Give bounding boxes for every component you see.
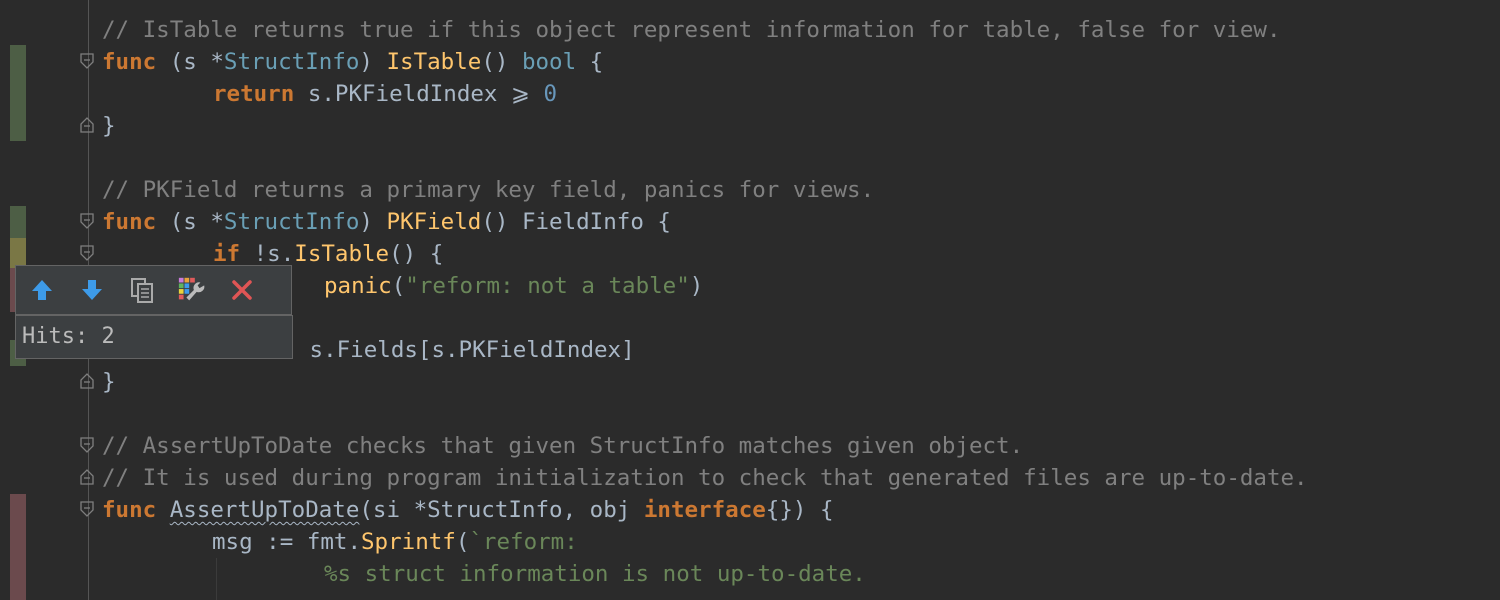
code-line: func (s *StructInfo) PKField() FieldInfo… [102, 206, 671, 238]
function-name: Sprintf [361, 529, 456, 555]
code-text: (s * [156, 49, 224, 75]
code-text: ) [689, 273, 704, 299]
arrow-down-icon [82, 280, 102, 300]
string-literal: "reform: not a table" [405, 273, 690, 299]
code-line: s.Fields[s.PKFieldIndex] [296, 337, 635, 363]
code-line: } [102, 369, 116, 395]
code-text: (si *StructInfo, obj [359, 497, 644, 523]
type-name: StructInfo [223, 209, 360, 235]
code-text: !s. [240, 241, 295, 267]
type-name: bool [521, 49, 577, 75]
settings-wrench-icon [178, 277, 205, 301]
function-name: panic [324, 273, 392, 299]
copy-icon [131, 278, 153, 303]
code-line: } [102, 113, 116, 139]
code-line: func (s *StructInfo) IsTable() bool { [102, 46, 603, 78]
string-literal: `reform: [469, 529, 578, 555]
hits-count-label: Hits: 2 [15, 315, 293, 359]
previous-occurrence-button[interactable] [27, 275, 57, 305]
function-name: AssertUpToDate [169, 497, 360, 523]
code-text: () FieldInfo { [481, 209, 671, 235]
code-line: // AssertUpToDate checks that given Stru… [102, 433, 1024, 459]
code-text: {}) { [765, 497, 834, 523]
keyword: func [102, 49, 157, 75]
code-line: // It is used during program initializat… [102, 465, 1308, 491]
copy-button[interactable] [127, 275, 157, 305]
code-line: func AssertUpToDate(si *StructInfo, obj … [102, 494, 834, 526]
number-literal: 0 [543, 81, 557, 107]
code-line: panic("reform: not a table") [324, 270, 703, 302]
next-occurrence-button[interactable] [77, 275, 107, 305]
function-name: IsTable [294, 241, 390, 267]
code-text: msg := fmt. [212, 529, 362, 555]
arrow-up-icon [32, 280, 52, 300]
code-line: msg := fmt.Sprintf(`reform: [212, 526, 578, 558]
code-text: ( [391, 273, 406, 299]
keyword: interface [643, 497, 766, 523]
filter-settings-button[interactable] [177, 275, 207, 305]
keyword: if [213, 241, 241, 267]
code-line: %s struct information is not up-to-date. [324, 561, 866, 587]
code-text: ( [455, 529, 470, 555]
code-line: // IsTable returns true if this object r… [102, 17, 1281, 43]
code-text: ) [359, 209, 387, 235]
close-icon [232, 280, 252, 300]
keyword: return [213, 81, 295, 107]
function-name: PKField [386, 209, 482, 235]
function-name: IsTable [386, 49, 482, 75]
code-text: { [576, 49, 604, 75]
keyword: func [102, 497, 157, 523]
code-text: (s * [156, 209, 224, 235]
search-popup-toolbar [15, 265, 292, 315]
code-text: () [481, 49, 522, 75]
code-text: s.PKFieldIndex [294, 81, 512, 107]
code-text: () { [389, 241, 444, 267]
code-text: ) [359, 49, 387, 75]
keyword: func [102, 209, 157, 235]
code-line: // PKField returns a primary key field, … [102, 177, 875, 203]
close-button[interactable] [227, 275, 257, 305]
operator: ⩾ [511, 81, 530, 107]
type-name: StructInfo [223, 49, 360, 75]
code-line: return s.PKFieldIndex ⩾ 0 [213, 78, 557, 110]
